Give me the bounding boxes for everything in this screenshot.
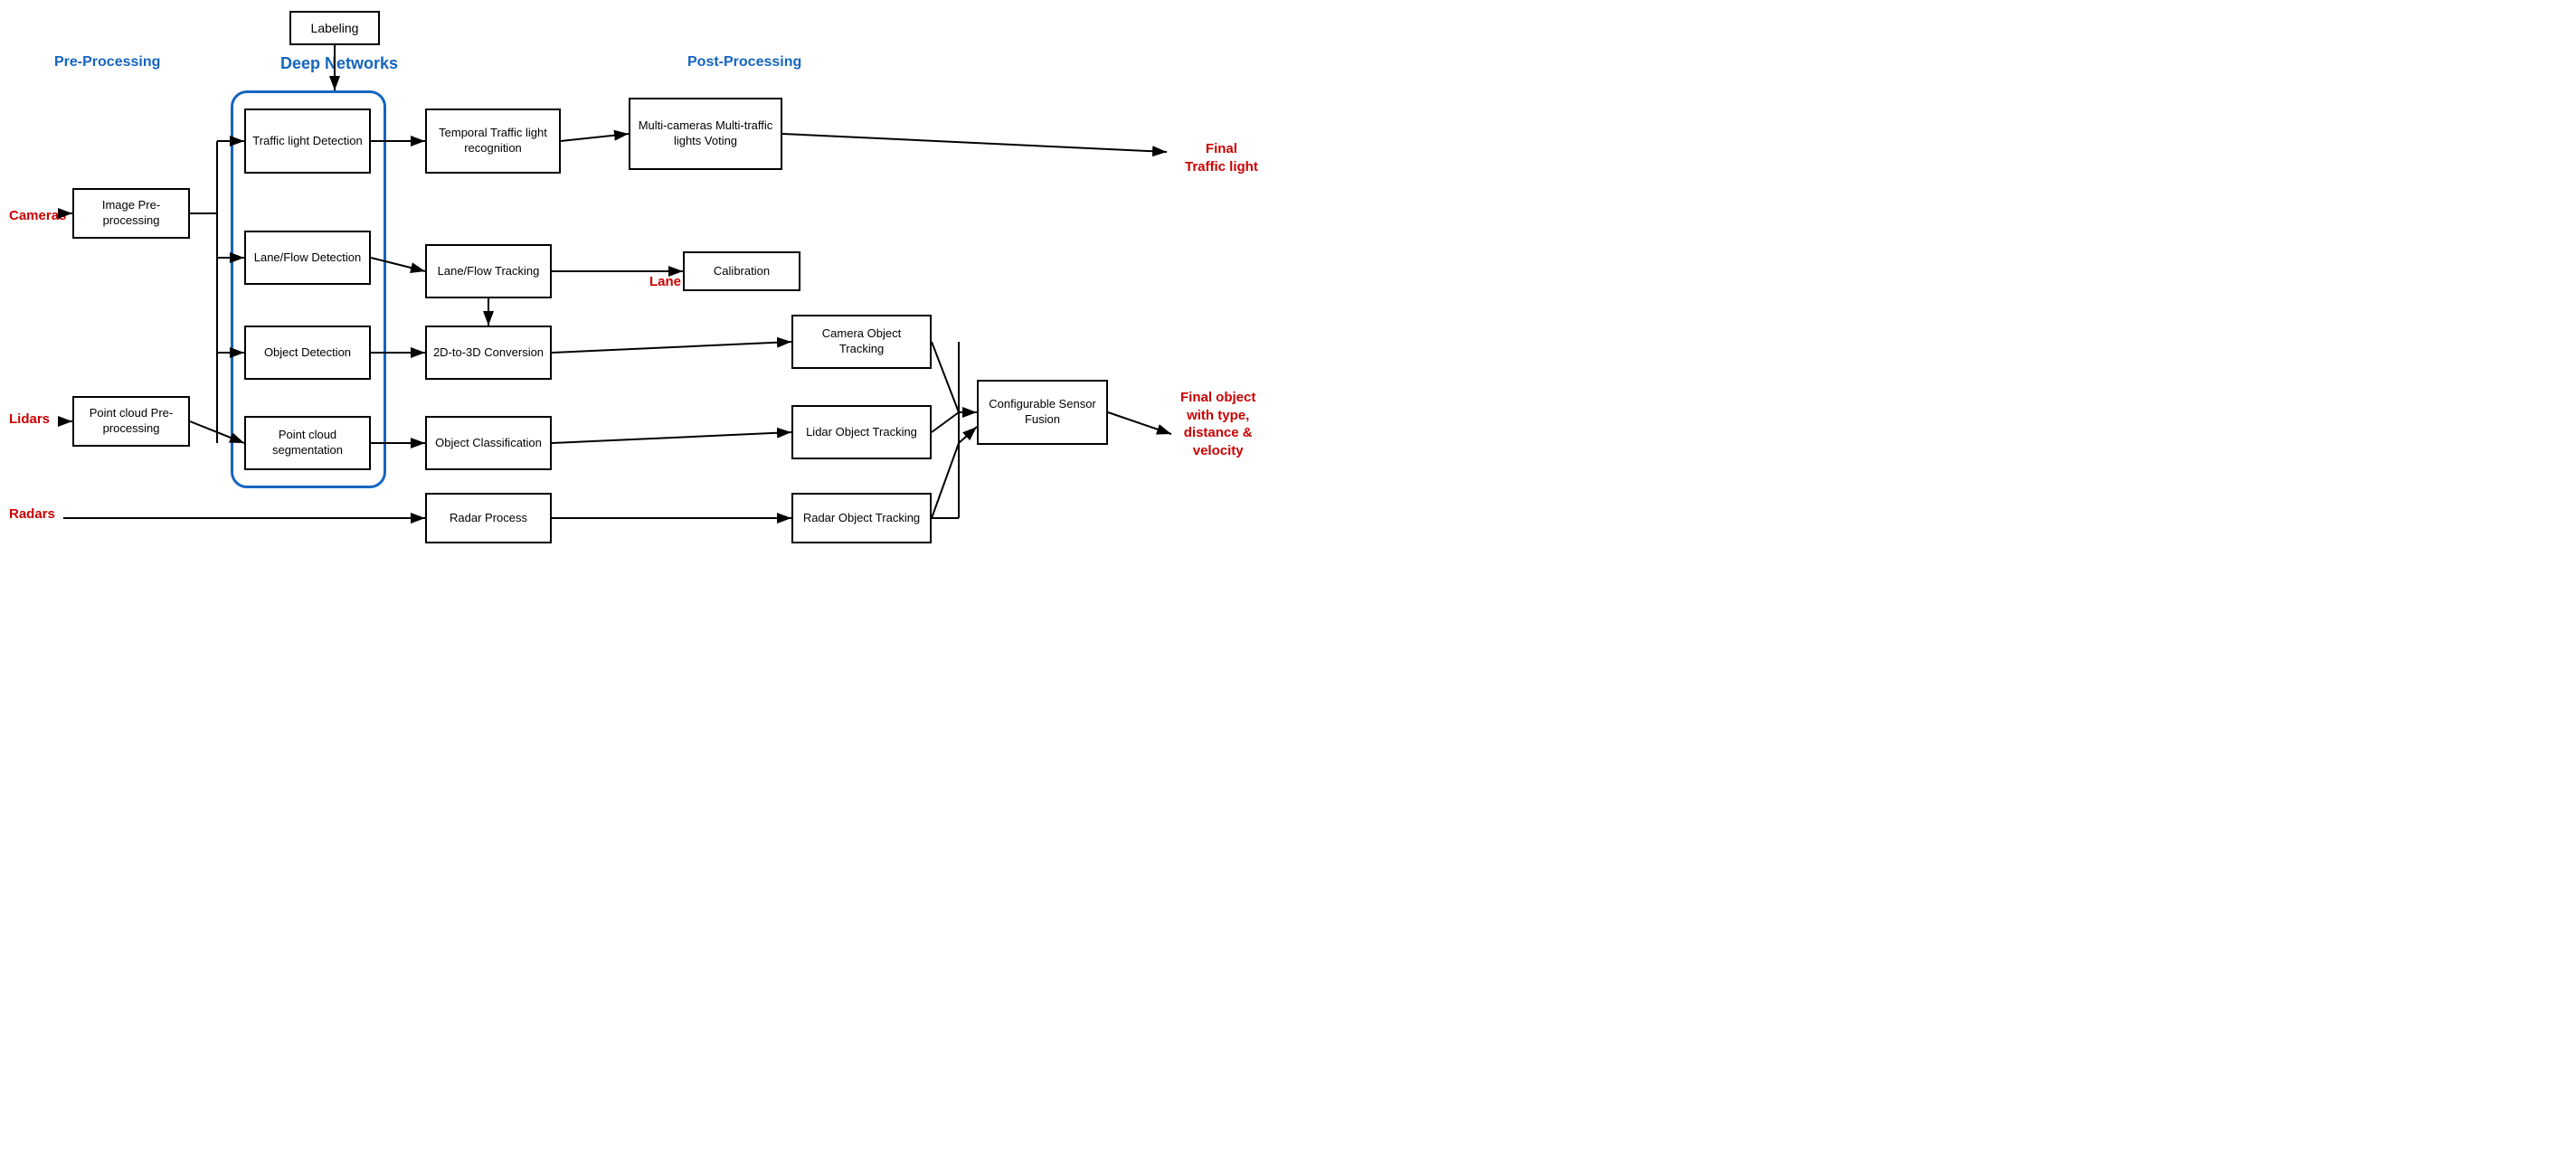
- point-cloud-preprocessing-box: Point cloud Pre-processing: [72, 396, 190, 447]
- camera-object-tracking-box: Camera Object Tracking: [791, 315, 932, 369]
- final-traffic-light-label: FinalTraffic light: [1185, 140, 1258, 175]
- lidar-object-tracking-box: Lidar Object Tracking: [791, 405, 932, 459]
- lidars-label: Lidars: [9, 411, 50, 427]
- multi-cameras-box: Multi-cameras Multi-traffic lights Votin…: [629, 98, 782, 170]
- final-object-label: Final objectwith type,distance &velocity: [1180, 389, 1255, 459]
- configurable-sensor-fusion-box: Configurable Sensor Fusion: [977, 380, 1108, 445]
- lane-flow-detection-box: Lane/Flow Detection: [244, 231, 371, 285]
- radar-process-box: Radar Process: [425, 493, 552, 543]
- radars-label: Radars: [9, 506, 55, 522]
- radar-object-tracking-box: Radar Object Tracking: [791, 493, 932, 543]
- lane-flow-tracking-box: Lane/Flow Tracking: [425, 244, 552, 298]
- calibration-box: Calibration: [683, 251, 800, 291]
- cameras-label: Cameras: [9, 208, 66, 223]
- lane-label: Lane: [649, 274, 681, 289]
- image-preprocessing-box: Image Pre-processing: [72, 188, 190, 239]
- object-detection-box: Object Detection: [244, 326, 371, 380]
- temporal-traffic-box: Temporal Traffic light recognition: [425, 109, 561, 174]
- point-cloud-segmentation-box: Point cloud segmentation: [244, 416, 371, 470]
- arrows-svg: [0, 0, 1288, 580]
- pre-processing-label: Pre-Processing: [54, 54, 160, 71]
- object-classification-box: Object Classification: [425, 416, 552, 470]
- conversion-2d-3d-box: 2D-to-3D Conversion: [425, 326, 552, 380]
- post-processing-label: Post-Processing: [687, 54, 801, 71]
- labeling-box: Labeling: [289, 11, 380, 45]
- deep-networks-label: Deep Networks: [280, 54, 398, 73]
- traffic-light-detection-box: Traffic light Detection: [244, 109, 371, 174]
- diagram: Pre-Processing Deep Networks Post-Proces…: [0, 0, 1288, 580]
